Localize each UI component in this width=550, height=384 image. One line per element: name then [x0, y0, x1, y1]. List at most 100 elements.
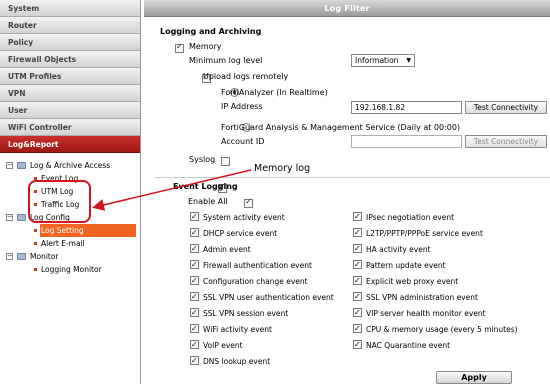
event-dhcp-service[interactable]: DHCP service event [190, 226, 278, 240]
nav-policy[interactable]: Policy [0, 34, 140, 51]
enable-all-checkbox[interactable] [244, 197, 254, 208]
event-checkbox[interactable] [190, 226, 199, 239]
bullet-icon [34, 268, 37, 271]
ip-address-input[interactable]: 192.168.1.82 [351, 101, 462, 114]
tree-alert-email[interactable]: Alert E-mail [0, 237, 140, 250]
event-label: System activity event [203, 213, 285, 222]
account-id-input[interactable] [351, 135, 462, 148]
event-dns-lookup[interactable]: DNS lookup event [190, 354, 271, 368]
event-checkbox[interactable] [353, 242, 362, 255]
folder-icon [17, 162, 26, 169]
event-checkbox[interactable] [190, 354, 199, 367]
event-label: Pattern update event [366, 261, 446, 270]
event-checkbox[interactable] [190, 290, 199, 303]
upload-remote-label: Upload logs remotely [203, 72, 289, 81]
event-label: CPU & memory usage (every 5 minutes) [366, 325, 518, 334]
section-divider [155, 177, 550, 178]
bullet-icon [34, 242, 37, 245]
nav-firewall-objects[interactable]: Firewall Objects [0, 51, 140, 68]
event-label: VoIP event [203, 341, 243, 350]
event-firewall-auth[interactable]: Firewall authentication event [190, 258, 312, 272]
event-label: WiFi activity event [203, 325, 272, 334]
event-label: DNS lookup event [203, 357, 271, 366]
event-label: HA activity event [366, 245, 431, 254]
event-label: NAC Quarantine event [366, 341, 451, 350]
event-checkbox[interactable] [190, 274, 199, 287]
event-explicit-web-proxy[interactable]: Explicit web proxy event [353, 274, 458, 288]
min-log-level-value: Information [355, 56, 399, 65]
event-checkbox[interactable] [190, 258, 199, 271]
collapse-icon[interactable]: − [6, 162, 13, 169]
event-sslvpn-user-auth[interactable]: SSL VPN user authentication event [190, 290, 334, 304]
test-connectivity-button-2[interactable]: Test Connectivity [465, 135, 547, 148]
event-admin[interactable]: Admin event [190, 242, 251, 256]
event-checkbox[interactable] [190, 338, 199, 351]
event-checkbox[interactable] [353, 306, 362, 319]
fortianalyzer-label: FortiAnalyzer (In Realtime) [221, 88, 328, 97]
syslog-label: Syslog [189, 155, 216, 164]
nav-utm-profiles[interactable]: UTM Profiles [0, 68, 140, 85]
tree-label: Alert E-mail [41, 239, 85, 248]
event-pattern-update[interactable]: Pattern update event [353, 258, 446, 272]
nav-user[interactable]: User [0, 102, 140, 119]
event-cpu-memory-usage[interactable]: CPU & memory usage (every 5 minutes) [353, 322, 518, 336]
tree-logging-monitor[interactable]: Logging Monitor [0, 263, 140, 276]
event-label: SSL VPN administration event [366, 293, 478, 302]
event-system-activity[interactable]: System activity event [190, 210, 285, 224]
collapse-icon[interactable]: − [6, 214, 13, 221]
event-checkbox[interactable] [190, 210, 199, 223]
event-checkbox[interactable] [353, 322, 362, 335]
event-checkbox[interactable] [190, 322, 199, 335]
min-log-level-select[interactable]: Information ▼ [351, 54, 415, 67]
event-voip[interactable]: VoIP event [190, 338, 243, 352]
event-checkbox[interactable] [353, 226, 362, 239]
event-checkbox[interactable] [190, 242, 199, 255]
nav-log-report[interactable]: Log&Report [0, 136, 140, 153]
event-sslvpn-session[interactable]: SSL VPN session event [190, 306, 289, 320]
memory-checkbox[interactable] [175, 42, 184, 53]
ip-address-label: IP Address [221, 102, 263, 111]
event-label: SSL VPN session event [203, 309, 289, 318]
collapse-icon[interactable]: − [6, 253, 13, 260]
test-connectivity-button[interactable]: Test Connectivity [465, 101, 547, 114]
event-label: Admin event [203, 245, 251, 254]
event-wifi-activity[interactable]: WiFi activity event [190, 322, 272, 336]
nav-router[interactable]: Router [0, 17, 140, 34]
fortiguard-label: FortiGuard Analysis & Management Service… [221, 123, 461, 132]
tree-monitor[interactable]: − Monitor [0, 250, 140, 263]
event-label: DHCP service event [203, 229, 278, 238]
event-vip-health-monitor[interactable]: VIP server health monitor event [353, 306, 486, 320]
event-nac-quarantine[interactable]: NAC Quarantine event [353, 338, 451, 352]
event-l2tp-pptp-pppoe[interactable]: L2TP/PPTP/PPPoE service event [353, 226, 483, 240]
bullet-icon [34, 229, 37, 232]
event-checkbox[interactable] [353, 258, 362, 271]
event-label: VIP server health monitor event [366, 309, 486, 318]
event-checkbox[interactable] [353, 210, 362, 223]
page-title: Log Filter [324, 4, 370, 13]
folder-icon [17, 214, 26, 221]
annotation-highlight-ellipse [28, 180, 91, 223]
tree-label: Log & Archive Access [30, 161, 111, 170]
event-checkbox[interactable] [353, 290, 362, 303]
event-checkbox[interactable] [353, 338, 362, 351]
event-logging-title: Event Logging [173, 182, 238, 191]
event-config-change[interactable]: Configuration change event [190, 274, 308, 288]
apply-button[interactable]: Apply [436, 371, 512, 384]
min-log-level-label: Minimum log level [189, 56, 263, 65]
event-label: Configuration change event [203, 277, 308, 286]
tree-log-setting[interactable]: Log Setting [0, 224, 140, 237]
event-label: IPsec negotiation event [366, 213, 455, 222]
logging-archiving-title: Logging and Archiving [160, 27, 262, 36]
event-sslvpn-admin[interactable]: SSL VPN administration event [353, 290, 478, 304]
event-label: L2TP/PPTP/PPPoE service event [366, 229, 483, 238]
event-ipsec-negotiation[interactable]: IPsec negotiation event [353, 210, 455, 224]
chevron-down-icon: ▼ [406, 57, 411, 64]
event-ha-activity[interactable]: HA activity event [353, 242, 431, 256]
nav-wifi-controller[interactable]: WiFi Controller [0, 119, 140, 136]
syslog-checkbox[interactable] [221, 157, 231, 166]
nav-vpn[interactable]: VPN [0, 85, 140, 102]
tree-log-archive-access[interactable]: − Log & Archive Access [0, 159, 140, 172]
nav-system[interactable]: System [0, 0, 140, 17]
event-checkbox[interactable] [190, 306, 199, 319]
event-checkbox[interactable] [353, 274, 362, 287]
